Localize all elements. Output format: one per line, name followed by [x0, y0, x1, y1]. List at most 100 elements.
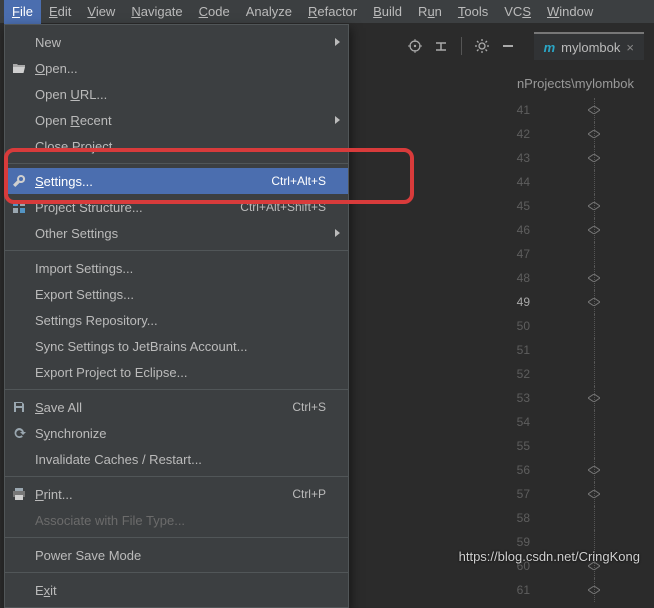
menu-item-label: Synchronize — [35, 426, 326, 441]
editor-tab-mylombok[interactable]: m mylombok × — [534, 32, 644, 60]
menu-item-label: Exit — [35, 583, 326, 598]
gutter-line: 57 — [494, 482, 614, 506]
chevron-right-icon — [335, 38, 340, 46]
menu-item-label: Associate with File Type... — [35, 513, 326, 528]
gutter-line: 43 — [494, 146, 614, 170]
folder-open-icon — [11, 60, 27, 76]
menu-separator — [5, 476, 348, 477]
menu-item-sync-settings-to-jetbrains-account[interactable]: Sync Settings to JetBrains Account... — [5, 333, 348, 359]
menu-separator — [5, 572, 348, 573]
menu-item-label: Power Save Mode — [35, 548, 326, 563]
menu-item-shortcut: Ctrl+Alt+Shift+S — [240, 200, 326, 214]
menu-item-print[interactable]: Print...Ctrl+P — [5, 481, 348, 507]
menu-edit[interactable]: Edit — [41, 0, 79, 24]
gear-icon[interactable] — [472, 36, 492, 56]
gutter-line: 46 — [494, 218, 614, 242]
menu-code[interactable]: Code — [191, 0, 238, 24]
menu-item-export-project-to-eclipse[interactable]: Export Project to Eclipse... — [5, 359, 348, 385]
menu-item-label: Sync Settings to JetBrains Account... — [35, 339, 326, 354]
menu-build[interactable]: Build — [365, 0, 410, 24]
wrench-icon — [11, 173, 27, 189]
gutter-line: 41 — [494, 98, 614, 122]
menu-separator — [5, 163, 348, 164]
menu-separator — [5, 537, 348, 538]
gutter-line: 58 — [494, 506, 614, 530]
menu-item-synchronize[interactable]: Synchronize — [5, 420, 348, 446]
gutter-line: 55 — [494, 434, 614, 458]
menu-run[interactable]: Run — [410, 0, 450, 24]
menu-item-label: Save All — [35, 400, 292, 415]
menu-item-label: Import Settings... — [35, 261, 326, 276]
menu-item-label: Settings... — [35, 174, 271, 189]
menu-view[interactable]: View — [79, 0, 123, 24]
menu-item-label: Open Recent — [35, 113, 326, 128]
divider — [461, 37, 462, 55]
gutter-line: 52 — [494, 362, 614, 386]
menu-item-invalidate-caches-restart[interactable]: Invalidate Caches / Restart... — [5, 446, 348, 472]
menu-item-settings-repository[interactable]: Settings Repository... — [5, 307, 348, 333]
gutter-line: 50 — [494, 314, 614, 338]
menu-item-label: Settings Repository... — [35, 313, 326, 328]
project-structure-icon — [11, 199, 27, 215]
gutter-line: 51 — [494, 338, 614, 362]
menu-item-open[interactable]: Open... — [5, 55, 348, 81]
menu-item-label: Open... — [35, 61, 326, 76]
menu-item-shortcut: Ctrl+P — [292, 487, 326, 501]
chevron-right-icon — [335, 229, 340, 237]
menu-separator — [5, 250, 348, 251]
menu-file[interactable]: File — [4, 0, 41, 24]
minimize-icon[interactable] — [498, 36, 518, 56]
menu-item-label: New — [35, 35, 326, 50]
gutter-line: 48 — [494, 266, 614, 290]
menu-item-label: Print... — [35, 487, 292, 502]
menu-item-export-settings[interactable]: Export Settings... — [5, 281, 348, 307]
menu-item-project-structure[interactable]: Project Structure...Ctrl+Alt+Shift+S — [5, 194, 348, 220]
watermark: https://blog.csdn.net/CringKong — [459, 549, 640, 564]
menu-item-new[interactable]: New — [5, 29, 348, 55]
menu-item-shortcut: Ctrl+S — [292, 400, 326, 414]
menu-item-label: Open URL... — [35, 87, 326, 102]
menu-window[interactable]: Window — [539, 0, 601, 24]
editor-gutter: 4142434445464748495051525354555657585960… — [494, 98, 614, 602]
target-icon[interactable] — [405, 36, 425, 56]
menu-item-import-settings[interactable]: Import Settings... — [5, 255, 348, 281]
gutter-line: 54 — [494, 410, 614, 434]
gutter-line: 56 — [494, 458, 614, 482]
menu-vcs[interactable]: VCS — [496, 0, 539, 24]
menu-item-close-project[interactable]: Close Project — [5, 133, 348, 159]
menubar: FileEditViewNavigateCodeAnalyzeRefactorB… — [0, 0, 654, 24]
gutter-line: 47 — [494, 242, 614, 266]
tab-label: mylombok — [561, 40, 620, 55]
menu-item-power-save-mode[interactable]: Power Save Mode — [5, 542, 348, 568]
menu-item-open-recent[interactable]: Open Recent — [5, 107, 348, 133]
gutter-line: 53 — [494, 386, 614, 410]
maven-icon: m — [544, 40, 556, 55]
menu-item-label: Export Project to Eclipse... — [35, 365, 326, 380]
menu-item-label: Other Settings — [35, 226, 326, 241]
menu-item-other-settings[interactable]: Other Settings — [5, 220, 348, 246]
save-icon — [11, 399, 27, 415]
menu-navigate[interactable]: Navigate — [123, 0, 190, 24]
menu-item-associate-with-file-type: Associate with File Type... — [5, 507, 348, 533]
menu-item-open-url[interactable]: Open URL... — [5, 81, 348, 107]
menu-refactor[interactable]: Refactor — [300, 0, 365, 24]
gutter-line: 42 — [494, 122, 614, 146]
print-icon — [11, 486, 27, 502]
close-icon[interactable]: × — [626, 40, 634, 55]
menu-item-settings[interactable]: Settings...Ctrl+Alt+S — [5, 168, 348, 194]
menu-tools[interactable]: Tools — [450, 0, 496, 24]
sync-icon — [11, 425, 27, 441]
menu-item-shortcut: Ctrl+Alt+S — [271, 174, 326, 188]
gutter-line: 45 — [494, 194, 614, 218]
gutter-line: 49 — [494, 290, 614, 314]
menu-item-save-all[interactable]: Save AllCtrl+S — [5, 394, 348, 420]
gutter-line: 61 — [494, 578, 614, 602]
chevron-right-icon — [335, 116, 340, 124]
gutter-line: 44 — [494, 170, 614, 194]
menu-item-label: Invalidate Caches / Restart... — [35, 452, 326, 467]
menu-item-label: Close Project — [35, 139, 326, 154]
menu-analyze[interactable]: Analyze — [238, 0, 300, 24]
file-menu-dropdown: New Open... Open URL... Open Recent Close Pr… — [4, 24, 349, 608]
collapse-icon[interactable] — [431, 36, 451, 56]
menu-item-exit[interactable]: Exit — [5, 577, 348, 603]
